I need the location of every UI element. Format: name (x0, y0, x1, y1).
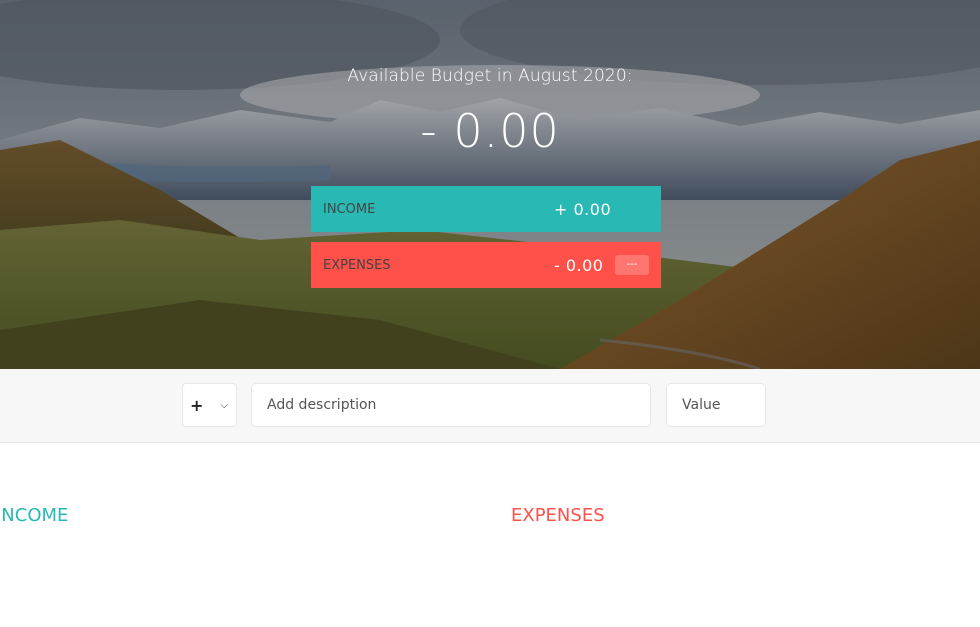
budget-title: Available Budget in August 2020: (347, 66, 633, 86)
income-summary: INCOME + 0.00 (311, 186, 661, 232)
chevron-down-icon: ⌵ (220, 399, 228, 411)
expenses-summary: EXPENSES - 0.00 --- (311, 242, 661, 288)
type-select-value: + (190, 395, 204, 415)
budget-value: - 0.00 (420, 104, 560, 158)
income-summary-label: INCOME (323, 201, 376, 217)
value-input[interactable] (666, 383, 766, 427)
expenses-percentage-badge: --- (615, 255, 649, 275)
income-list-title: INCOME (0, 505, 69, 526)
description-input[interactable] (251, 383, 651, 427)
expenses-summary-value: - 0.00 (554, 255, 604, 275)
type-select[interactable]: + ⌵ (182, 383, 237, 427)
income-summary-value: + 0.00 (554, 199, 612, 219)
add-item-bar: + ⌵ (0, 369, 980, 443)
expenses-list-title: EXPENSES (511, 505, 605, 526)
expenses-summary-label: EXPENSES (323, 257, 391, 273)
hero-banner: Available Budget in August 2020: - 0.00 … (0, 0, 980, 369)
